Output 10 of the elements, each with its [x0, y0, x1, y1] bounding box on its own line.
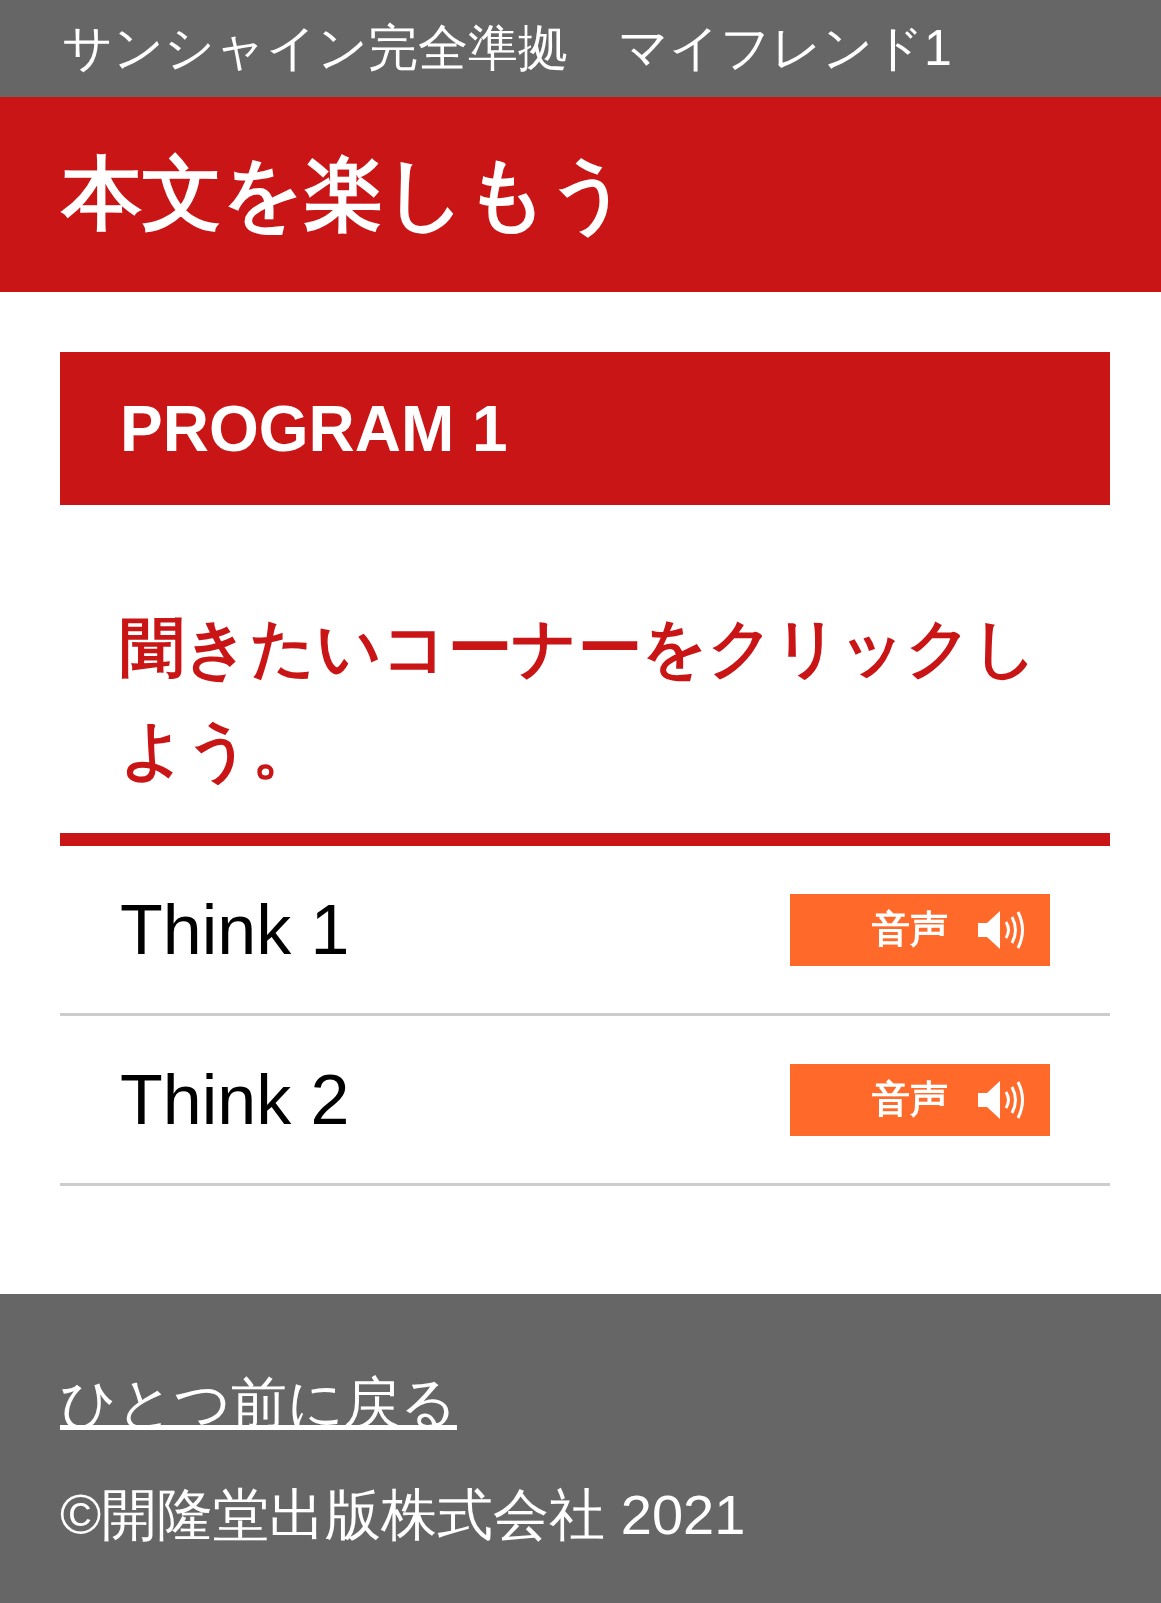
instruction-text: 聞きたいコーナーをクリックしよう。	[119, 611, 1039, 788]
item-label: Think 2	[120, 1059, 350, 1140]
page-title: 本文を楽しもう	[62, 147, 630, 240]
item-label: Think 1	[120, 889, 350, 970]
audio-button[interactable]: 音声	[790, 1063, 1050, 1136]
series-title: サンシャイン完全準拠 マイフレンド1	[62, 19, 952, 78]
program-heading: PROGRAM 1	[60, 352, 1110, 505]
back-link[interactable]: ひとつ前に戻る	[60, 1366, 457, 1442]
copyright-text: ©開隆堂出版株式会社 2021	[60, 1482, 747, 1548]
audio-button[interactable]: 音声	[790, 893, 1050, 966]
